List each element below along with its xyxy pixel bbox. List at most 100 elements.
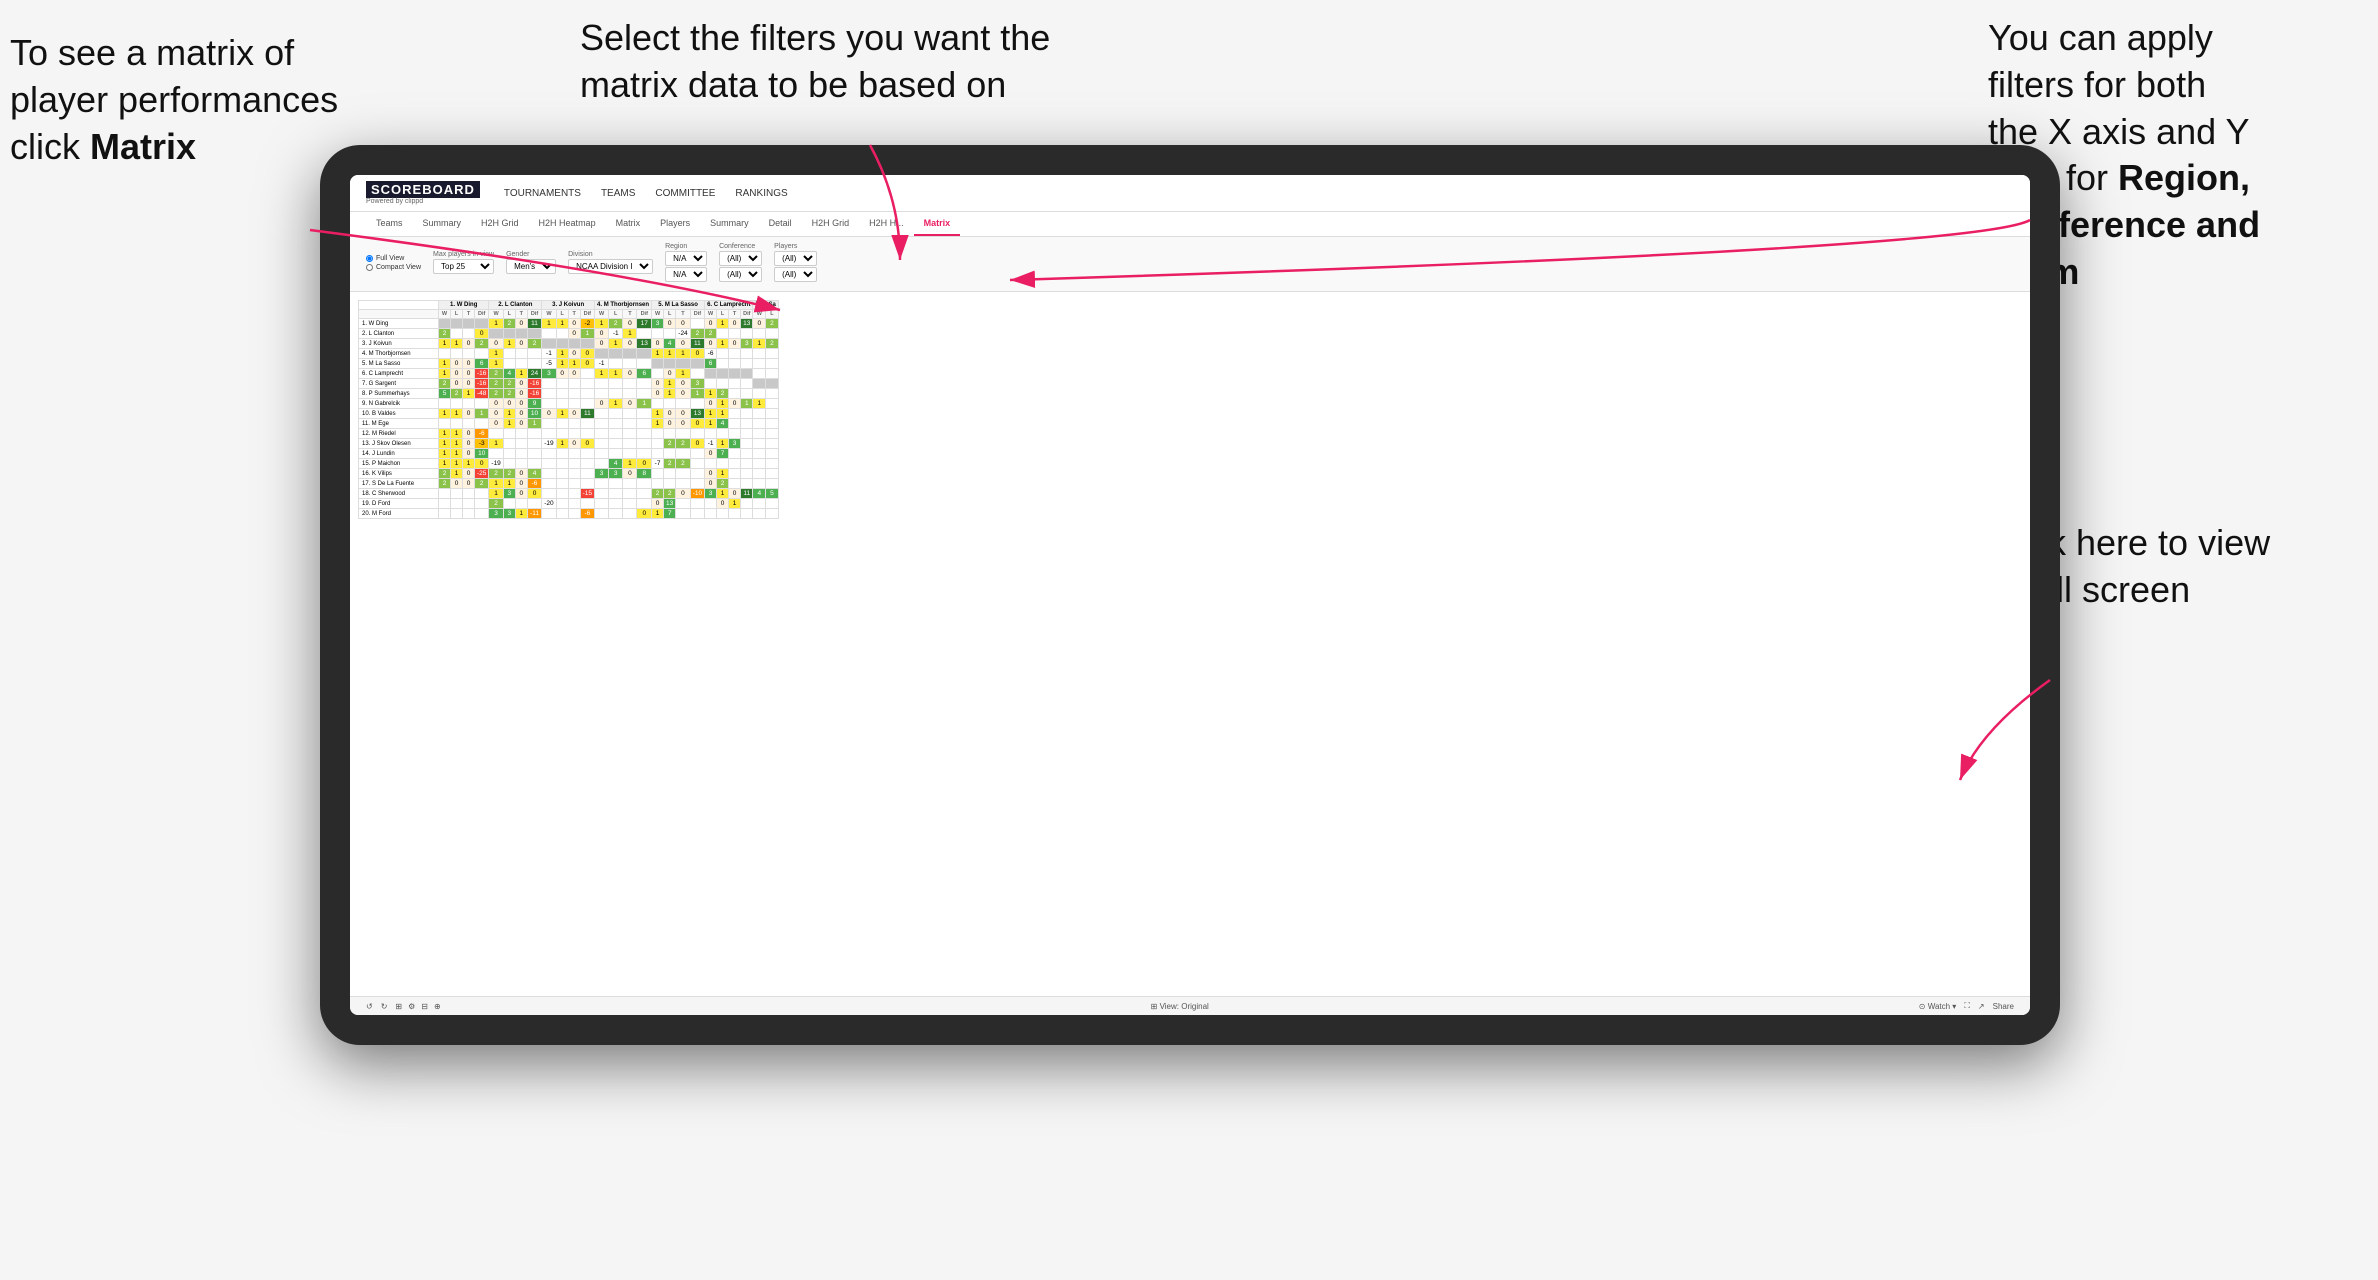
matrix-cell xyxy=(753,349,766,359)
undo-button[interactable]: ↺ xyxy=(366,1002,373,1011)
matrix-cell xyxy=(503,329,515,339)
filter-conference: Conference (All) (All) xyxy=(719,243,762,282)
player-name-cell: 8. P Summerhays xyxy=(359,389,439,399)
tab-h2h-h[interactable]: H2H H... xyxy=(859,212,914,236)
matrix-cell xyxy=(766,349,779,359)
matrix-cell xyxy=(753,329,766,339)
player-name-cell: 13. J Skov Olesen xyxy=(359,439,439,449)
matrix-cell xyxy=(652,429,664,439)
matrix-cell: 0 xyxy=(568,319,580,329)
matrix-cell: 2 xyxy=(503,389,515,399)
conference-select-1[interactable]: (All) xyxy=(719,251,762,266)
matrix-cell: 1 xyxy=(595,319,609,329)
view-original-button[interactable]: ⊞ View: Original xyxy=(1151,1002,1209,1011)
matrix-cell: -25 xyxy=(475,469,489,479)
matrix-cell xyxy=(515,359,527,369)
matrix-cell xyxy=(556,429,568,439)
tab-summary-2[interactable]: Summary xyxy=(700,212,759,236)
matrix-cell: -24 xyxy=(676,329,690,339)
matrix-cell: 9 xyxy=(527,399,541,409)
matrix-cell: 0 xyxy=(729,339,741,349)
matrix-cell: 24 xyxy=(527,369,541,379)
redo-button[interactable]: ↻ xyxy=(381,1002,388,1011)
matrix-cell: 2 xyxy=(676,459,690,469)
matrix-container[interactable]: 1. W Ding 2. L Clanton 3. J Koivun 4. M … xyxy=(350,292,2030,996)
matrix-cell: 1 xyxy=(568,359,580,369)
matrix-cell xyxy=(753,409,766,419)
players-select-2[interactable]: (All) xyxy=(774,267,817,282)
matrix-cell xyxy=(705,509,717,519)
settings-icon[interactable]: ⚙ xyxy=(408,1002,415,1011)
matrix-cell: 10 xyxy=(527,409,541,419)
matrix-cell: 0 xyxy=(568,329,580,339)
fullscreen-icon[interactable]: ⛶ xyxy=(1964,1001,1970,1011)
matrix-cell xyxy=(568,429,580,439)
main-nav[interactable]: TOURNAMENTS TEAMS COMMITTEE RANKINGS xyxy=(504,186,788,201)
tab-detail[interactable]: Detail xyxy=(759,212,802,236)
watch-button[interactable]: ⊙ Watch ▾ xyxy=(1919,1002,1957,1011)
matrix-cell xyxy=(623,419,637,429)
matrix-cell xyxy=(766,389,779,399)
col-header-4: 4. M Thorbjornsen xyxy=(595,301,652,310)
link-icon[interactable]: ⊕ xyxy=(434,1002,441,1011)
matrix-cell xyxy=(595,349,609,359)
matrix-cell xyxy=(475,499,489,509)
tab-matrix-active[interactable]: Matrix xyxy=(914,212,961,236)
matrix-cell: 6 xyxy=(705,359,717,369)
gender-select[interactable]: Men's xyxy=(506,259,556,274)
matrix-cell: 3 xyxy=(542,369,556,379)
matrix-cell: -6 xyxy=(475,429,489,439)
conference-select-2[interactable]: (All) xyxy=(719,267,762,282)
full-view-radio[interactable]: Full View xyxy=(366,255,421,262)
matrix-cell xyxy=(664,329,676,339)
player-name-cell: 11. M Ege xyxy=(359,419,439,429)
tab-teams[interactable]: Teams xyxy=(366,212,413,236)
nav-teams[interactable]: TEAMS xyxy=(601,186,635,201)
matrix-cell: 1 xyxy=(451,439,463,449)
player-name-cell: 7. G Sargent xyxy=(359,379,439,389)
matrix-cell: 0 xyxy=(489,399,503,409)
table-row: 15. P Maichon1110-19410-722 xyxy=(359,459,779,469)
matrix-cell xyxy=(451,419,463,429)
share-button[interactable]: Share xyxy=(1993,1002,2014,1011)
col-header-7: 7. G Sa xyxy=(753,301,778,310)
tab-h2h-grid[interactable]: H2H Grid xyxy=(471,212,529,236)
matrix-cell xyxy=(741,439,753,449)
matrix-cell xyxy=(766,369,779,379)
matrix-cell: 0 xyxy=(705,479,717,489)
players-select-1[interactable]: (All) xyxy=(774,251,817,266)
nav-tournaments[interactable]: TOURNAMENTS xyxy=(504,186,581,201)
zoom-icon[interactable]: ⊞ xyxy=(395,1002,402,1011)
matrix-cell: -20 xyxy=(542,499,556,509)
matrix-cell: 0 xyxy=(637,509,652,519)
matrix-cell xyxy=(690,469,704,479)
matrix-cell xyxy=(451,329,463,339)
matrix-cell: 1 xyxy=(515,509,527,519)
tab-summary[interactable]: Summary xyxy=(413,212,472,236)
table-row: 2. L Clanton20010-11-2422 xyxy=(359,329,779,339)
tab-matrix-1[interactable]: Matrix xyxy=(606,212,651,236)
nav-committee[interactable]: COMMITTEE xyxy=(655,186,715,201)
matrix-cell xyxy=(664,399,676,409)
tab-h2h-heatmap[interactable]: H2H Heatmap xyxy=(529,212,606,236)
table-row: 19. D Ford2-2001301 xyxy=(359,499,779,509)
table-row: 9. N Gabrelcik0009010101011 xyxy=(359,399,779,409)
tab-h2h-grid-2[interactable]: H2H Grid xyxy=(802,212,860,236)
matrix-cell: 0 xyxy=(623,399,637,409)
share-icon[interactable]: ↗ xyxy=(1978,1002,1985,1011)
compact-view-radio[interactable]: Compact View xyxy=(366,264,421,271)
region-select-2[interactable]: N/A xyxy=(665,267,707,282)
matrix-cell: 2 xyxy=(439,329,451,339)
bottom-toolbar: ↺ ↻ ⊞ ⚙ ⊟ ⊕ ⊞ View: Original ⊙ Watch ▾ ⛶… xyxy=(350,996,2030,1015)
grid-icon[interactable]: ⊟ xyxy=(421,1002,428,1011)
region-select-1[interactable]: N/A xyxy=(665,251,707,266)
table-row: 7. G Sargent200-16220-160103 xyxy=(359,379,779,389)
matrix-cell xyxy=(729,349,741,359)
nav-rankings[interactable]: RANKINGS xyxy=(735,186,787,201)
player-name-cell: 10. B Valdes xyxy=(359,409,439,419)
tab-players[interactable]: Players xyxy=(650,212,700,236)
max-players-select[interactable]: Top 25 xyxy=(433,259,494,274)
matrix-cell xyxy=(652,479,664,489)
matrix-cell xyxy=(717,459,729,469)
division-select[interactable]: NCAA Division I xyxy=(568,259,653,274)
